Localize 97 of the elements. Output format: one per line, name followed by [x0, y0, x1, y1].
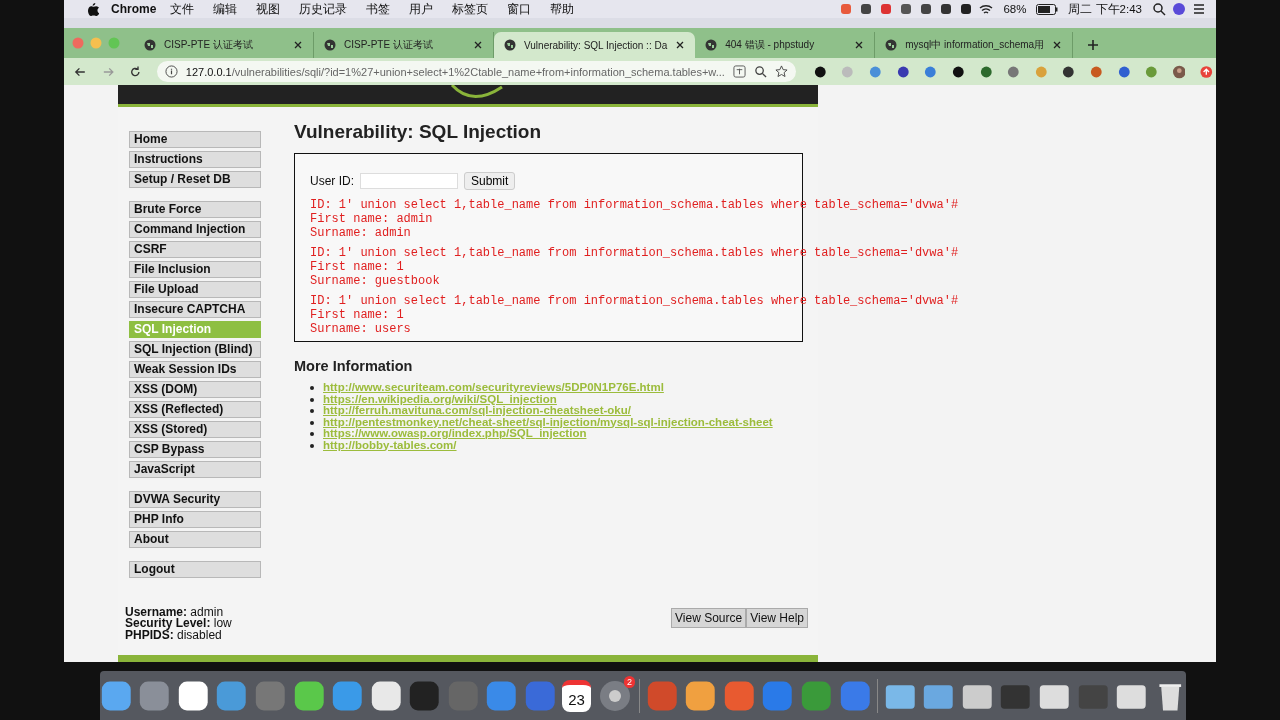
bullet-icon: [310, 432, 314, 436]
extension-icon[interactable]: [1062, 64, 1075, 79]
apple-icon[interactable]: [88, 2, 99, 16]
close-icon[interactable]: [1052, 40, 1063, 50]
close-icon[interactable]: [854, 40, 865, 50]
avatar-icon[interactable]: [1172, 64, 1186, 79]
bullet-icon: [310, 397, 314, 402]
menu-app-name[interactable]: Chrome: [111, 2, 157, 16]
close-icon[interactable]: [675, 40, 686, 50]
tab-title: mysql中 information_schema用: [905, 38, 1045, 52]
nav-item[interactable]: Brute Force: [129, 201, 261, 218]
extension-icon[interactable]: [951, 64, 965, 79]
close-icon[interactable]: [473, 40, 483, 50]
result-line: First name: 1: [310, 308, 404, 322]
status-info: Security Level: low: [125, 618, 232, 630]
nav-item[interactable]: Logout: [129, 561, 261, 578]
menu-item[interactable]: 文件: [170, 0, 195, 18]
menu-item[interactable]: 标签页: [452, 0, 489, 18]
result-line: Surname: admin: [310, 226, 411, 240]
menu-clock[interactable]: 周二 下午2:43: [1068, 1, 1142, 17]
extension-icon[interactable]: [813, 64, 827, 79]
popup-button[interactable]: View Source: [671, 608, 747, 628]
globe-icon: [885, 39, 898, 51]
status-icon[interactable]: [939, 2, 954, 16]
menu-item[interactable]: 帮助: [550, 0, 575, 18]
nav-item[interactable]: SQL Injection (Blind): [129, 341, 261, 358]
url-text: 127.0.0.1/vulnerabilities/sqli/?id=1%27+union+select+1%2Ctable_name+from+information_schema.tables+w...: [185, 65, 725, 78]
tab-title: 404 错误 - phpstudy: [725, 38, 816, 52]
nav-item[interactable]: CSRF: [129, 241, 261, 258]
submit-button[interactable]: Submit: [464, 172, 516, 190]
zoom-icon[interactable]: [753, 65, 767, 78]
nav-item[interactable]: Command Injection: [129, 221, 261, 238]
status-icon[interactable]: [899, 2, 914, 16]
battery-percent: 68%: [1003, 3, 1027, 15]
globe-icon: [144, 39, 156, 51]
globe-icon: [705, 39, 718, 51]
close-icon[interactable]: [293, 40, 303, 50]
nav-item[interactable]: Setup / Reset DB: [129, 171, 261, 188]
nav-item[interactable]: File Upload: [129, 281, 261, 298]
menu-item[interactable]: 书签: [366, 0, 391, 18]
status-info: Username: admin: [125, 606, 224, 618]
menu-item[interactable]: 用户: [409, 0, 434, 18]
nav-item[interactable]: Weak Session IDs: [129, 361, 261, 378]
nav-item[interactable]: Home: [129, 131, 261, 148]
search-icon[interactable]: [1152, 2, 1166, 16]
nav-item[interactable]: DVWA Security: [129, 491, 261, 508]
menu-item[interactable]: 编辑: [213, 0, 238, 18]
bullet-icon: [310, 409, 314, 413]
nav-item[interactable]: JavaScript: [129, 461, 261, 478]
field-label: User ID:: [310, 174, 354, 188]
globe-icon: [324, 39, 336, 51]
section-title: More Information: [294, 358, 414, 374]
reload-icon[interactable]: [129, 64, 142, 79]
translate-icon[interactable]: [732, 65, 746, 78]
notification-badge: 2: [624, 675, 636, 688]
list-icon[interactable]: [1192, 2, 1206, 16]
nav-item[interactable]: XSS (DOM): [129, 381, 261, 398]
extension-icon[interactable]: [896, 64, 910, 79]
nav-item[interactable]: Instructions: [129, 151, 261, 168]
nav-item[interactable]: CSP Bypass: [129, 441, 261, 458]
tab-title: CISP-PTE 认证考试: [344, 38, 434, 52]
new-tab-icon[interactable]: [1087, 39, 1100, 51]
nav-item[interactable]: About: [129, 531, 261, 548]
battery-icon[interactable]: [1036, 3, 1059, 15]
result-line: First name: 1: [310, 260, 404, 274]
result-line: First name: admin: [310, 212, 433, 226]
calendar-icon[interactable]: 23: [562, 679, 592, 712]
tab-title: Vulnerability: SQL Injection :: Da: [524, 39, 668, 51]
info-icon[interactable]: [164, 65, 178, 78]
page-title: Vulnerability: SQL Injection: [294, 121, 543, 143]
siri-icon[interactable]: [1172, 2, 1186, 16]
result-line: Surname: guestbook: [310, 274, 440, 288]
nav-item[interactable]: XSS (Reflected): [129, 401, 261, 418]
update-icon[interactable]: [1200, 64, 1213, 79]
address-bar[interactable]: 127.0.0.1/vulnerabilities/sqli/?id=1%27+union+select+1%2Ctable_name+from+information_schema.tables+w...: [156, 61, 796, 82]
user-id-field[interactable]: [360, 173, 458, 189]
bullet-icon: [310, 420, 314, 425]
globe-icon: [504, 39, 516, 51]
menu-item[interactable]: 历史记录: [299, 0, 348, 18]
wifi-icon[interactable]: [979, 2, 994, 16]
result-line: Surname: users: [310, 322, 411, 336]
bullet-icon: [310, 443, 314, 448]
menu-item[interactable]: 视图: [256, 0, 281, 18]
nav-item[interactable]: PHP Info: [129, 511, 261, 528]
popup-button[interactable]: View Help: [746, 608, 808, 628]
star-icon[interactable]: [774, 65, 788, 78]
status-icon[interactable]: [959, 2, 974, 16]
nav-item[interactable]: XSS (Stored): [129, 421, 261, 438]
status-icon[interactable]: [859, 2, 874, 16]
tab-title: CISP-PTE 认证考试: [164, 38, 254, 52]
menu-item[interactable]: 窗口: [507, 0, 532, 18]
bullet-icon: [310, 386, 314, 390]
nav-item[interactable]: Insecure CAPTCHA: [129, 301, 261, 318]
nav-item[interactable]: File Inclusion: [129, 261, 261, 278]
status-icon[interactable]: [919, 2, 934, 16]
status-info: PHPIDS: disabled: [125, 629, 223, 641]
browser-tab[interactable]: Vulnerability: SQL Injection :: Da: [494, 32, 696, 58]
